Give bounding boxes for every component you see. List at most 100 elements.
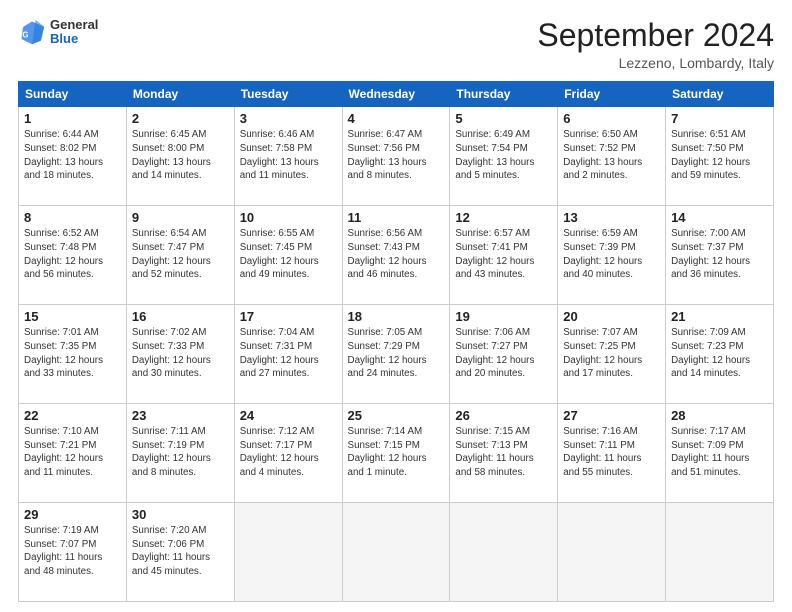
- col-sunday: Sunday: [19, 82, 127, 107]
- day-info: Sunrise: 7:10 AM Sunset: 7:21 PM Dayligh…: [24, 425, 121, 480]
- day-cell: 30 Sunrise: 7:20 AM Sunset: 7:06 PM Dayli…: [126, 503, 234, 602]
- day-number: 27: [563, 408, 660, 423]
- day-info: Sunrise: 6:49 AM Sunset: 7:54 PM Dayligh…: [455, 128, 552, 183]
- day-info: Sunrise: 7:07 AM Sunset: 7:25 PM Dayligh…: [563, 326, 660, 381]
- title-block: September 2024 Lezzeno, Lombardy, Italy: [537, 18, 774, 71]
- day-number: 1: [24, 111, 121, 126]
- week-row-4: 22Sunrise: 7:10 AM Sunset: 7:21 PM Dayli…: [19, 404, 774, 503]
- col-wednesday: Wednesday: [342, 82, 450, 107]
- day-info: Sunrise: 6:51 AM Sunset: 7:50 PM Dayligh…: [671, 128, 768, 183]
- day-number: 29: [24, 507, 121, 522]
- day-number: 4: [348, 111, 445, 126]
- day-cell: 15Sunrise: 7:01 AM Sunset: 7:35 PM Dayli…: [19, 305, 127, 404]
- day-number: 2: [132, 111, 229, 126]
- day-number: 15: [24, 309, 121, 324]
- week-row-2: 8Sunrise: 6:52 AM Sunset: 7:48 PM Daylig…: [19, 206, 774, 305]
- day-info: Sunrise: 6:46 AM Sunset: 7:58 PM Dayligh…: [240, 128, 337, 183]
- logo: G General Blue: [18, 18, 98, 47]
- day-cell: 10Sunrise: 6:55 AM Sunset: 7:45 PM Dayli…: [234, 206, 342, 305]
- day-number: 9: [132, 210, 229, 225]
- day-cell: 17Sunrise: 7:04 AM Sunset: 7:31 PM Dayli…: [234, 305, 342, 404]
- day-number: 13: [563, 210, 660, 225]
- day-info: Sunrise: 7:19 AM Sunset: 7:07 PM Dayligh…: [24, 524, 121, 579]
- day-info: Sunrise: 6:44 AM Sunset: 8:02 PM Dayligh…: [24, 128, 121, 183]
- col-saturday: Saturday: [666, 82, 774, 107]
- day-number: 5: [455, 111, 552, 126]
- day-info: Sunrise: 7:15 AM Sunset: 7:13 PM Dayligh…: [455, 425, 552, 480]
- day-info: Sunrise: 7:05 AM Sunset: 7:29 PM Dayligh…: [348, 326, 445, 381]
- day-number: 21: [671, 309, 768, 324]
- logo-blue: Blue: [50, 32, 98, 46]
- col-tuesday: Tuesday: [234, 82, 342, 107]
- logo-text: General Blue: [50, 18, 98, 47]
- day-cell: 4 Sunrise: 6:47 AM Sunset: 7:56 PM Daylig…: [342, 107, 450, 206]
- col-monday: Monday: [126, 82, 234, 107]
- day-number: 26: [455, 408, 552, 423]
- day-info: Sunrise: 7:14 AM Sunset: 7:15 PM Dayligh…: [348, 425, 445, 480]
- day-cell: 25 Sunrise: 7:14 AM Sunset: 7:15 PM Dayli…: [342, 404, 450, 503]
- day-cell: 2 Sunrise: 6:45 AM Sunset: 8:00 PM Daylig…: [126, 107, 234, 206]
- day-info: Sunrise: 6:59 AM Sunset: 7:39 PM Dayligh…: [563, 227, 660, 282]
- day-cell: [666, 503, 774, 602]
- day-cell: [558, 503, 666, 602]
- day-number: 23: [132, 408, 229, 423]
- day-info: Sunrise: 6:47 AM Sunset: 7:56 PM Dayligh…: [348, 128, 445, 183]
- day-number: 20: [563, 309, 660, 324]
- day-info: Sunrise: 7:20 AM Sunset: 7:06 PM Dayligh…: [132, 524, 229, 579]
- logo-icon: G: [18, 18, 46, 46]
- day-cell: [342, 503, 450, 602]
- day-number: 30: [132, 507, 229, 522]
- day-info: Sunrise: 7:02 AM Sunset: 7:33 PM Dayligh…: [132, 326, 229, 381]
- day-info: Sunrise: 7:11 AM Sunset: 7:19 PM Dayligh…: [132, 425, 229, 480]
- day-number: 28: [671, 408, 768, 423]
- day-number: 11: [348, 210, 445, 225]
- day-cell: [450, 503, 558, 602]
- day-cell: 14Sunrise: 7:00 AM Sunset: 7:37 PM Dayli…: [666, 206, 774, 305]
- week-row-3: 15Sunrise: 7:01 AM Sunset: 7:35 PM Dayli…: [19, 305, 774, 404]
- calendar-table: Sunday Monday Tuesday Wednesday Thursday…: [18, 81, 774, 602]
- col-thursday: Thursday: [450, 82, 558, 107]
- day-number: 3: [240, 111, 337, 126]
- day-cell: 22Sunrise: 7:10 AM Sunset: 7:21 PM Dayli…: [19, 404, 127, 503]
- svg-text:G: G: [22, 31, 28, 40]
- day-number: 19: [455, 309, 552, 324]
- day-cell: 18Sunrise: 7:05 AM Sunset: 7:29 PM Dayli…: [342, 305, 450, 404]
- day-cell: 26 Sunrise: 7:15 AM Sunset: 7:13 PM Dayli…: [450, 404, 558, 503]
- day-cell: 27 Sunrise: 7:16 AM Sunset: 7:11 PM Dayli…: [558, 404, 666, 503]
- day-cell: 5 Sunrise: 6:49 AM Sunset: 7:54 PM Daylig…: [450, 107, 558, 206]
- day-cell: 8Sunrise: 6:52 AM Sunset: 7:48 PM Daylig…: [19, 206, 127, 305]
- day-info: Sunrise: 7:17 AM Sunset: 7:09 PM Dayligh…: [671, 425, 768, 480]
- day-info: Sunrise: 7:12 AM Sunset: 7:17 PM Dayligh…: [240, 425, 337, 480]
- day-number: 6: [563, 111, 660, 126]
- day-cell: 28 Sunrise: 7:17 AM Sunset: 7:09 PM Dayli…: [666, 404, 774, 503]
- day-cell: [234, 503, 342, 602]
- day-cell: 7 Sunrise: 6:51 AM Sunset: 7:50 PM Daylig…: [666, 107, 774, 206]
- day-cell: 20 Sunrise: 7:07 AM Sunset: 7:25 PM Dayli…: [558, 305, 666, 404]
- location: Lezzeno, Lombardy, Italy: [537, 55, 774, 71]
- day-number: 17: [240, 309, 337, 324]
- day-number: 25: [348, 408, 445, 423]
- calendar-body: 1 Sunrise: 6:44 AM Sunset: 8:02 PM Daylig…: [19, 107, 774, 602]
- day-cell: 11 Sunrise: 6:56 AM Sunset: 7:43 PM Dayli…: [342, 206, 450, 305]
- day-info: Sunrise: 6:54 AM Sunset: 7:47 PM Dayligh…: [132, 227, 229, 282]
- day-info: Sunrise: 7:09 AM Sunset: 7:23 PM Dayligh…: [671, 326, 768, 381]
- day-number: 7: [671, 111, 768, 126]
- day-number: 14: [671, 210, 768, 225]
- col-friday: Friday: [558, 82, 666, 107]
- day-info: Sunrise: 6:56 AM Sunset: 7:43 PM Dayligh…: [348, 227, 445, 282]
- day-number: 16: [132, 309, 229, 324]
- header: G General Blue September 2024 Lezzeno, L…: [18, 18, 774, 71]
- day-info: Sunrise: 7:16 AM Sunset: 7:11 PM Dayligh…: [563, 425, 660, 480]
- day-cell: 24Sunrise: 7:12 AM Sunset: 7:17 PM Dayli…: [234, 404, 342, 503]
- day-cell: 12 Sunrise: 6:57 AM Sunset: 7:41 PM Dayli…: [450, 206, 558, 305]
- month-title: September 2024: [537, 18, 774, 53]
- day-info: Sunrise: 7:06 AM Sunset: 7:27 PM Dayligh…: [455, 326, 552, 381]
- day-info: Sunrise: 6:45 AM Sunset: 8:00 PM Dayligh…: [132, 128, 229, 183]
- calendar-header: Sunday Monday Tuesday Wednesday Thursday…: [19, 82, 774, 107]
- day-cell: 21 Sunrise: 7:09 AM Sunset: 7:23 PM Dayli…: [666, 305, 774, 404]
- day-cell: 6Sunrise: 6:50 AM Sunset: 7:52 PM Daylig…: [558, 107, 666, 206]
- day-cell: 3 Sunrise: 6:46 AM Sunset: 7:58 PM Daylig…: [234, 107, 342, 206]
- week-row-1: 1 Sunrise: 6:44 AM Sunset: 8:02 PM Daylig…: [19, 107, 774, 206]
- day-number: 12: [455, 210, 552, 225]
- day-info: Sunrise: 6:57 AM Sunset: 7:41 PM Dayligh…: [455, 227, 552, 282]
